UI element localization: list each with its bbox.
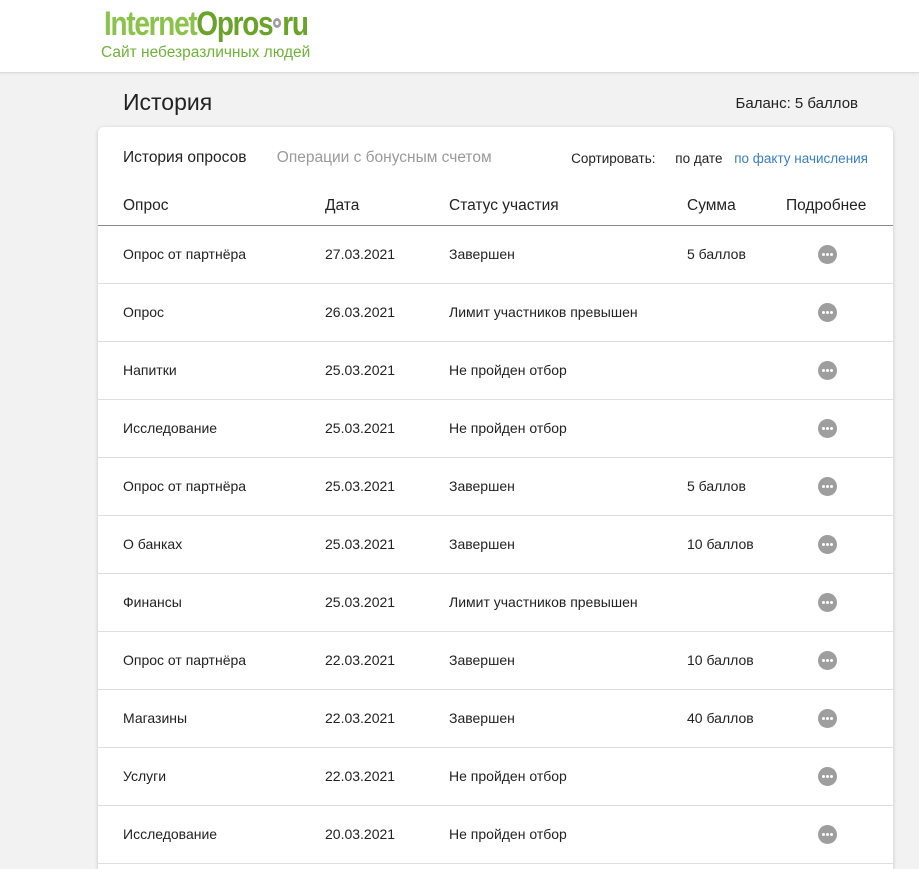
more-dots-icon[interactable]	[818, 303, 837, 322]
more-dots-icon[interactable]	[818, 709, 837, 728]
table-row: Опрос от партнёра 25.03.2021 Завершен 5 бал…	[98, 458, 893, 516]
cell-survey-name: Опрос	[123, 304, 165, 320]
cell-survey-name: Исследование	[123, 826, 218, 842]
cell-date: 22.03.2021	[325, 768, 396, 784]
sort-controls: Сортировать: по дате по факту начисления	[571, 151, 868, 166]
table-row: Финансы 25.03.2021 Лимит участников превыш…	[98, 574, 893, 632]
cell-status: Завершен	[449, 478, 515, 494]
more-dots-icon[interactable]	[818, 419, 837, 438]
cell-survey-name: Услуги	[123, 768, 167, 784]
cell-date: 25.03.2021	[325, 594, 396, 610]
cell-survey-name: Опрос от партнёра	[123, 478, 247, 494]
cell-survey-name: Опрос от партнёра	[123, 246, 247, 262]
sort-label: Сортировать:	[571, 151, 656, 166]
cell-status: Не пройден отбор	[449, 362, 567, 378]
balance-label: Баланс: 5 баллов	[735, 95, 858, 112]
table-row: Опрос от партнёра 27.03.2021 Завершен 5 бал…	[98, 226, 893, 284]
cell-date: 22.03.2021	[325, 710, 396, 726]
logo-text-ru: ru	[282, 5, 309, 43]
cell-survey-name: Напитки	[123, 362, 177, 378]
column-header-details: Подробнее	[786, 197, 867, 214]
cell-status: Завершен	[449, 536, 515, 552]
column-header-sum: Сумма	[687, 197, 736, 214]
site-logo[interactable]: InternetOpros ru	[104, 4, 309, 44]
cell-date: 26.03.2021	[325, 304, 396, 320]
cell-status: Завершен	[449, 246, 515, 262]
cell-status: Завершен	[449, 652, 515, 668]
more-dots-icon[interactable]	[818, 651, 837, 670]
table-row: О банках 25.03.2021 Завершен 10 баллов	[98, 516, 893, 574]
table-row: Напитки 25.03.2021 Не пройден отбор	[98, 342, 893, 400]
cell-status: Не пройден отбор	[449, 826, 567, 842]
more-dots-icon[interactable]	[818, 245, 837, 264]
cell-date: 25.03.2021	[325, 536, 396, 552]
cell-sum: 40 баллов	[687, 710, 754, 726]
cell-sum: 10 баллов	[687, 652, 754, 668]
cell-survey-name: Финансы	[123, 594, 182, 610]
more-dots-icon[interactable]	[818, 593, 837, 612]
cell-survey-name: Опрос от партнёра	[123, 652, 247, 668]
table-header: Опрос Дата Статус участия Сумма Подробне…	[98, 185, 893, 226]
logo-text-opros: Opros	[196, 5, 273, 43]
cell-date: 22.03.2021	[325, 652, 396, 668]
cell-status: Не пройден отбор	[449, 768, 567, 784]
cell-date: 25.03.2021	[325, 362, 396, 378]
table-row: Магазины 22.03.2021 Завершен 40 баллов	[98, 690, 893, 748]
table-row: Услуги 22.03.2021 Не пройден отбор	[98, 748, 893, 806]
more-dots-icon[interactable]	[818, 825, 837, 844]
table-row: Опрос 26.03.2021 Лимит участников превышен	[98, 284, 893, 342]
column-header-survey: Опрос	[123, 197, 169, 214]
more-dots-icon[interactable]	[818, 535, 837, 554]
site-tagline: Сайт небезразличных людей	[101, 44, 311, 61]
cell-status: Завершен	[449, 710, 515, 726]
cell-date: 25.03.2021	[325, 420, 396, 436]
cell-status: Не пройден отбор	[449, 420, 567, 436]
table-body: Опрос от партнёра 27.03.2021 Завершен 5 бал…	[98, 226, 893, 864]
sort-by-accrual[interactable]: по факту начисления	[734, 151, 868, 166]
cell-survey-name: Исследование	[123, 420, 218, 436]
cell-date: 25.03.2021	[325, 478, 396, 494]
tab-survey-history[interactable]: История опросов	[123, 149, 246, 167]
more-dots-icon[interactable]	[818, 477, 837, 496]
dot-icon	[273, 18, 282, 29]
site-header: InternetOpros ru Сайт небезразличных люде…	[0, 0, 919, 73]
table-row: Исследование 25.03.2021 Не пройден отбор	[98, 400, 893, 458]
page-title: История	[123, 89, 213, 115]
cell-date: 20.03.2021	[325, 826, 396, 842]
column-header-date: Дата	[325, 197, 360, 214]
column-header-status: Статус участия	[449, 197, 559, 214]
tab-bonus-operations[interactable]: Операции с бонусным счетом	[277, 149, 492, 167]
table-row: Исследование 20.03.2021 Не пройден отбор	[98, 806, 893, 864]
more-dots-icon[interactable]	[818, 767, 837, 786]
cell-sum: 10 баллов	[687, 536, 754, 552]
cell-survey-name: Магазины	[123, 710, 188, 726]
cell-sum: 5 баллов	[687, 246, 746, 262]
table-row: Опрос от партнёра 22.03.2021 Завершен 10 ба…	[98, 632, 893, 690]
cell-sum: 5 баллов	[687, 478, 746, 494]
cell-status: Лимит участников превышен	[449, 304, 638, 320]
more-dots-icon[interactable]	[818, 361, 837, 380]
history-tabs: История опросов Операции с бонусным счет…	[123, 149, 518, 167]
logo-text-internet: Internet	[104, 5, 198, 43]
sort-by-date[interactable]: по дате	[675, 151, 722, 166]
cell-survey-name: О банках	[123, 536, 183, 552]
history-card: История опросов Операции с бонусным счет…	[98, 127, 893, 869]
cell-date: 27.03.2021	[325, 246, 396, 262]
cell-status: Лимит участников превышен	[449, 594, 638, 610]
